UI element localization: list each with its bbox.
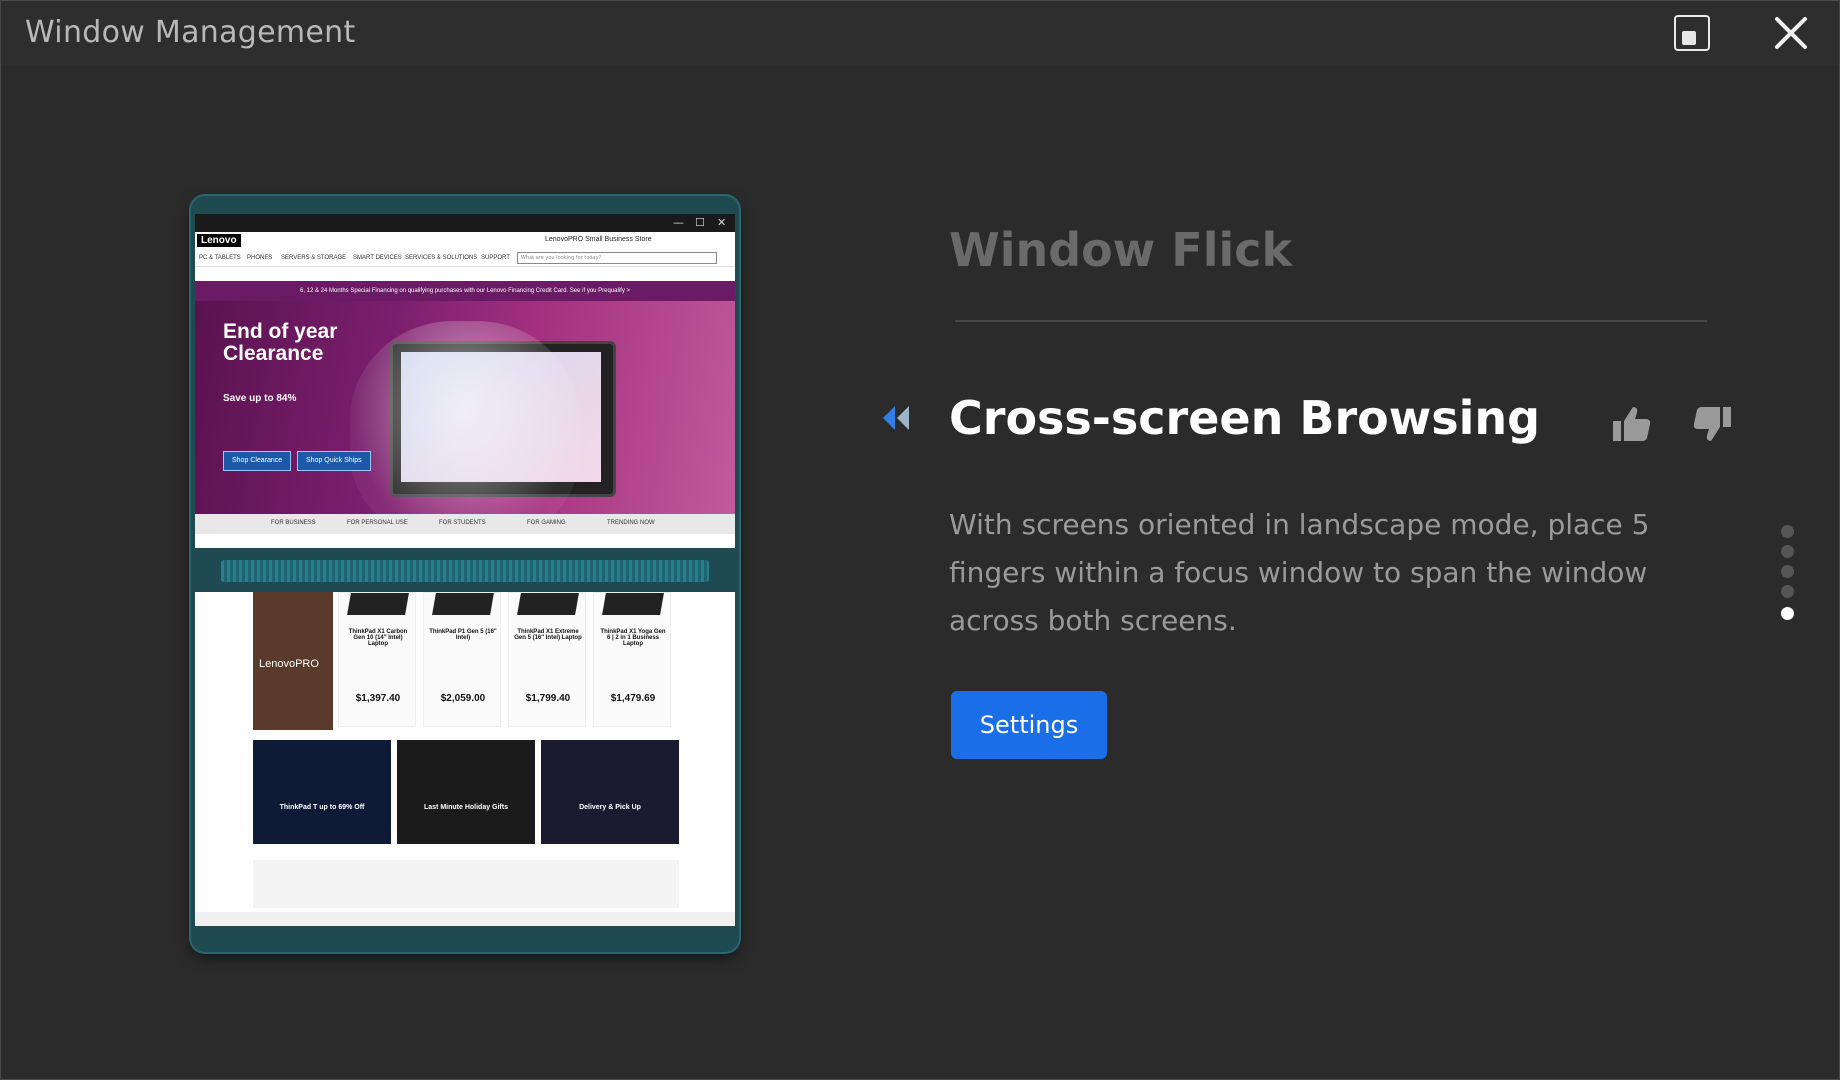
restore-icon: [1682, 31, 1696, 45]
minimize-icon: —: [673, 216, 684, 229]
window-management-window: Window Management — ☐ ✕ Lenovo LenovoPRO…: [0, 0, 1840, 1080]
audience-tab: FOR STUDENTS: [439, 520, 486, 526]
maximize-icon: ☐: [695, 216, 705, 229]
hero-banner: End of year Clearance Save up to 84% Sho…: [195, 301, 735, 541]
nav-item: PC & TABLETS: [199, 255, 241, 261]
product-name: ThinkPad P1 Gen 5 (16" Intel): [429, 629, 497, 641]
pro-card-label: LenovoPRO: [259, 658, 319, 670]
feature-title: Cross-screen Browsing: [949, 391, 1541, 445]
page-dot[interactable]: [1781, 565, 1794, 578]
store-name: LenovoPRO Small Business Store: [545, 236, 652, 243]
audience-tab: FOR PERSONAL USE: [347, 520, 408, 526]
page-dot[interactable]: [1781, 585, 1794, 598]
product-name: ThinkPad X1 Carbon Gen 10 (14" Intel) La…: [348, 629, 408, 647]
nav-item: SERVERS & STORAGE: [281, 255, 347, 261]
promo-banner: Last Minute Holiday Gifts: [397, 740, 535, 844]
product-price: $2,059.00: [440, 693, 486, 704]
product-price: $1,799.40: [525, 693, 571, 704]
category-icons-row: [253, 860, 679, 908]
page-dot[interactable]: [1781, 545, 1794, 558]
site-header: Lenovo LenovoPRO Small Business Store: [195, 232, 735, 252]
nav-item: SMART DEVICES: [353, 255, 402, 261]
window-title: Window Management: [25, 15, 356, 50]
product-price: $1,479.69: [610, 693, 656, 704]
feature-description: With screens oriented in landscape mode,…: [949, 508, 1650, 637]
audience-tab: TRENDING NOW: [607, 520, 655, 526]
device-hinge: [221, 560, 709, 582]
product-card: ThinkPad X1 Carbon Gen 10 (14" Intel) La…: [338, 592, 416, 727]
lenovopro-card: LenovoPRO: [253, 592, 333, 730]
os-taskbar: [195, 912, 735, 926]
audience-tab: FOR GAMING: [527, 520, 566, 526]
restore-button[interactable]: [1674, 15, 1710, 51]
section-title: Window Flick: [949, 223, 1293, 277]
page-dot[interactable]: [1781, 525, 1794, 538]
nav-item: SUPPORT: [481, 255, 510, 261]
dual-screen-device-illustration: — ☐ ✕ Lenovo LenovoPRO Small Business St…: [191, 196, 739, 952]
page-indicator: [1781, 525, 1795, 625]
bottom-screen: LenovoPRO ThinkPad X1 Carbon Gen 10 (14"…: [195, 592, 735, 926]
product-price: $1,397.40: [355, 693, 401, 704]
nav-item: SERVICES & SOLUTIONS: [405, 255, 478, 261]
site-search: What are you looking for today?: [517, 252, 717, 264]
promo-banners: ThinkPad T up to 69% Off Last Minute Hol…: [253, 740, 679, 844]
close-small-icon: ✕: [717, 216, 727, 229]
promo-strip: 6, 12 & 24 Months Special Financing on q…: [195, 281, 735, 301]
hand-gesture-icon: [350, 321, 580, 541]
previous-arrow-icon[interactable]: [881, 403, 915, 433]
top-screen: — ☐ ✕ Lenovo LenovoPRO Small Business St…: [195, 214, 735, 548]
lenovo-logo: Lenovo: [197, 234, 241, 247]
shop-quick-ships-button: Shop Quick Ships: [297, 451, 371, 471]
title-bar: Window Management: [1, 1, 1839, 65]
thumbs-down-icon[interactable]: [1691, 403, 1733, 445]
promo-banner: Delivery & Pick Up: [541, 740, 679, 844]
banner-title: Last Minute Holiday Gifts: [423, 804, 508, 811]
thumbs-up-icon[interactable]: [1611, 403, 1653, 445]
site-subnav: [195, 267, 735, 281]
settings-button[interactable]: Settings: [951, 691, 1107, 759]
hero-save: Save up to 84%: [223, 393, 297, 404]
nav-item: PHONES: [247, 255, 273, 261]
product-name: ThinkPad X1 Yoga Gen 6 | 2 in 1 Business…: [600, 629, 666, 647]
promo-banner: ThinkPad T up to 69% Off: [253, 740, 391, 844]
page-dot-active[interactable]: [1781, 607, 1794, 620]
banner-title: ThinkPad T up to 69% Off: [279, 804, 365, 811]
shop-clearance-button: Shop Clearance: [223, 451, 292, 471]
audience-tabs: FOR BUSINESS FOR PERSONAL USE FOR STUDEN…: [195, 514, 735, 534]
product-name: ThinkPad X1 Extreme Gen 5 (16" Intel) La…: [514, 629, 582, 641]
section-divider: [955, 320, 1707, 322]
browser-window-bar: — ☐ ✕: [195, 214, 735, 232]
close-icon[interactable]: [1771, 13, 1811, 53]
product-card: ThinkPad X1 Yoga Gen 6 | 2 in 1 Business…: [593, 592, 671, 727]
product-card: ThinkPad X1 Extreme Gen 5 (16" Intel) La…: [508, 592, 586, 727]
banner-title: Delivery & Pick Up: [579, 804, 641, 811]
product-card: ThinkPad P1 Gen 5 (16" Intel) $2,059.00: [423, 592, 501, 727]
hero-title: End of year Clearance: [223, 320, 338, 365]
audience-tab: FOR BUSINESS: [271, 520, 316, 526]
